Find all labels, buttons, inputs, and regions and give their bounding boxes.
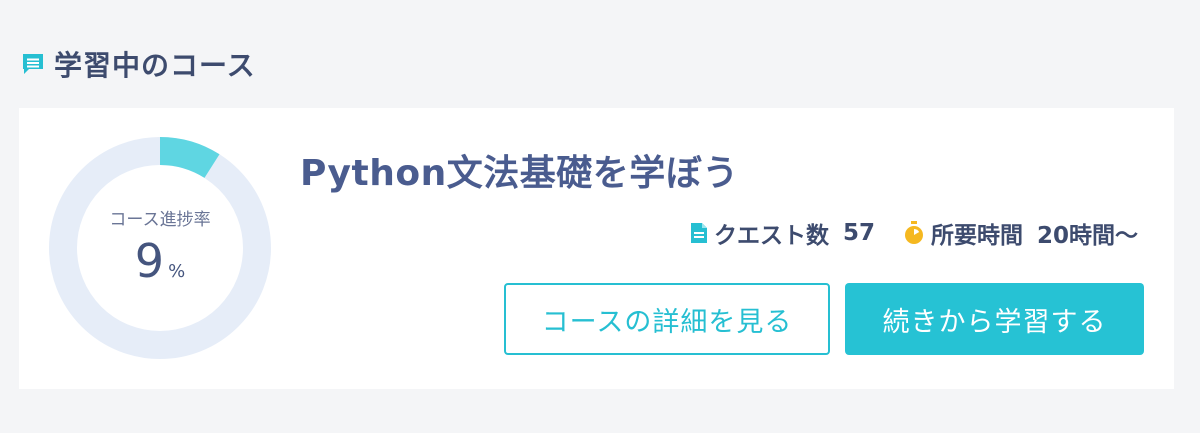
progress-unit: % (168, 260, 186, 282)
section-header: 学習中のコース (20, 44, 256, 84)
chat-list-icon (20, 51, 46, 77)
course-title[interactable]: Python文法基礎を学ぼう (300, 144, 739, 196)
required-time: 所要時間 20時間〜 (903, 216, 1138, 250)
course-card: コース進捗率 9 % Python文法基礎を学ぼう クエスト数 57 所要時間 … (19, 108, 1174, 389)
quest-count: クエスト数 57 (690, 216, 875, 250)
progress-label: コース進捗率 (109, 209, 211, 230)
course-meta: クエスト数 57 所要時間 20時間〜 (690, 216, 1138, 250)
progress-ring: コース進捗率 9 % (48, 136, 272, 360)
continue-learning-button[interactable]: 続きから学習する (845, 283, 1144, 355)
quest-label: クエスト数 (713, 223, 829, 249)
time-label: 所要時間 (930, 223, 1023, 249)
document-icon (690, 222, 708, 244)
course-details-button[interactable]: コースの詳細を見る (504, 283, 830, 355)
progress-value-wrap: 9 % (135, 234, 185, 288)
progress-value: 9 (134, 233, 165, 288)
stopwatch-icon (903, 221, 925, 245)
time-value: 20時間〜 (1036, 223, 1138, 249)
section-title: 学習中のコース (54, 49, 256, 82)
quest-count-value: 57 (842, 220, 875, 246)
progress-ring-center: コース進捗率 9 % (48, 136, 272, 360)
